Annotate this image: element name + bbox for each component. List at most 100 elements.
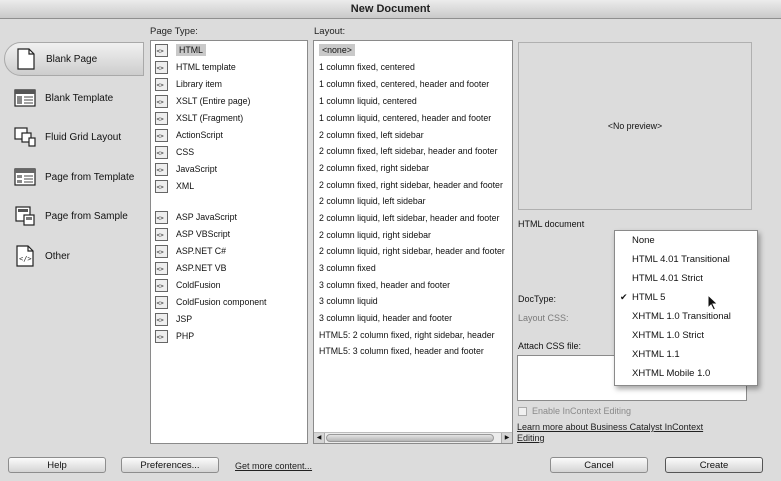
blank-page-icon — [14, 47, 38, 71]
layout-item[interactable]: <none> — [319, 42, 355, 58]
library-file-icon: <> — [154, 77, 168, 91]
category-blank-page[interactable]: Blank Page — [4, 42, 144, 76]
layout-item[interactable]: 2 column fixed, left sidebar, header and… — [319, 143, 498, 159]
svg-text:<>: <> — [156, 283, 164, 290]
svg-text:<>: <> — [156, 215, 164, 222]
page-type-list[interactable]: <> HTML <> HTML template <> Library item <>… — [150, 40, 308, 444]
page-type-item-html[interactable]: <> HTML — [154, 42, 206, 58]
category-label: Page from Template — [45, 171, 135, 183]
layout-item[interactable]: 1 column fixed, centered, header and foo… — [319, 76, 489, 92]
preview-area: <No preview> — [518, 42, 752, 210]
xslt-file-icon: <> — [154, 94, 168, 108]
category-label: Blank Template — [45, 92, 114, 104]
layout-list[interactable]: <none> 1 column fixed, centered 1 column… — [313, 40, 513, 444]
page-type-item-aspnet-csharp[interactable]: <> ASP.NET C# — [154, 243, 226, 259]
svg-text:<>: <> — [156, 249, 164, 256]
get-more-content-link[interactable]: Get more content... — [235, 461, 312, 471]
svg-text:<>: <> — [156, 116, 164, 123]
page-type-item-actionscript[interactable]: <> ActionScript — [154, 127, 223, 143]
layout-css-label: Layout CSS: — [518, 313, 569, 323]
page-type-item-aspnet-vb[interactable]: <> ASP.NET VB — [154, 260, 227, 276]
asp-file-icon: <> — [154, 227, 168, 241]
layout-item[interactable]: 2 column fixed, left sidebar — [319, 127, 424, 143]
page-type-item-library-item[interactable]: <> Library item — [154, 76, 222, 92]
page-type-item-coldfusion[interactable]: <> ColdFusion — [154, 277, 221, 293]
layout-item[interactable]: 3 column liquid, header and footer — [319, 310, 452, 326]
layout-item[interactable]: 2 column fixed, right sidebar — [319, 160, 429, 176]
learn-more-link-continued[interactable]: Editing — [517, 433, 545, 443]
doctype-option[interactable]: HTML 4.01 Transitional — [615, 250, 757, 269]
category-page-from-sample[interactable]: Page from Sample — [4, 199, 144, 233]
doctype-option[interactable]: XHTML 1.1 — [615, 345, 757, 364]
page-type-item-xslt-fragment[interactable]: <> XSLT (Fragment) — [154, 110, 243, 126]
svg-text:</>: </> — [19, 255, 32, 263]
incontext-editing-checkbox[interactable] — [518, 406, 527, 416]
doctype-option[interactable]: HTML 4.01 Strict — [615, 269, 757, 288]
doctype-option[interactable]: XHTML Mobile 1.0 — [615, 364, 757, 383]
scroll-left-arrow-icon[interactable]: ◀ — [314, 433, 325, 443]
doctype-dropdown-menu[interactable]: None HTML 4.01 Transitional HTML 4.01 St… — [614, 230, 758, 386]
category-blank-template[interactable]: Blank Template — [4, 81, 144, 115]
help-button[interactable]: Help — [8, 457, 106, 473]
asp-file-icon: <> — [154, 210, 168, 224]
attach-css-label: Attach CSS file: — [518, 341, 582, 351]
category-page-from-template[interactable]: Page from Template — [4, 160, 144, 194]
checkmark-icon: ✔ — [620, 292, 628, 302]
page-type-item-html-template[interactable]: <> HTML template — [154, 59, 236, 75]
page-type-item-asp-vbscript[interactable]: <> ASP VBScript — [154, 226, 230, 242]
layout-horizontal-scrollbar[interactable]: ◀ ▶ — [314, 432, 512, 443]
create-button[interactable]: Create — [665, 457, 763, 473]
page-type-item-php[interactable]: <> PHP — [154, 328, 194, 344]
page-type-item-jsp[interactable]: <> JSP — [154, 311, 192, 327]
layout-item[interactable]: 1 column fixed, centered — [319, 59, 415, 75]
html-template-file-icon: <> — [154, 60, 168, 74]
aspnet-file-icon: <> — [154, 244, 168, 258]
layout-item[interactable]: 1 column liquid, centered — [319, 93, 417, 109]
scrollbar-thumb[interactable] — [326, 434, 494, 442]
category-fluid-grid-layout[interactable]: Fluid Grid Layout — [4, 120, 144, 154]
preferences-button[interactable]: Preferences... — [121, 457, 219, 473]
scroll-right-arrow-icon[interactable]: ▶ — [501, 433, 512, 443]
layout-item[interactable]: 2 column liquid, left sidebar, header an… — [319, 210, 499, 226]
doctype-option-selected[interactable]: ✔ HTML 5 — [615, 288, 757, 307]
blank-template-icon — [13, 86, 37, 110]
page-from-template-icon — [13, 165, 37, 189]
doctype-option[interactable]: XHTML 1.0 Transitional — [615, 307, 757, 326]
layout-item[interactable]: 1 column liquid, centered, header and fo… — [319, 110, 491, 126]
svg-text:<>: <> — [156, 167, 164, 174]
page-type-item-coldfusion-component[interactable]: <> ColdFusion component — [154, 294, 266, 310]
layout-item[interactable]: HTML5: 3 column fixed, header and footer — [319, 343, 484, 359]
svg-text:<>: <> — [156, 184, 164, 191]
layout-item[interactable]: 3 column fixed, header and footer — [319, 277, 450, 293]
coldfusion-file-icon: <> — [154, 295, 168, 309]
page-type-item-xml[interactable]: <> XML — [154, 178, 194, 194]
category-other[interactable]: </> Other — [4, 239, 144, 273]
page-type-item-xslt-entire[interactable]: <> XSLT (Entire page) — [154, 93, 251, 109]
layout-item[interactable]: 2 column liquid, right sidebar, header a… — [319, 243, 505, 259]
cancel-button[interactable]: Cancel — [550, 457, 648, 473]
page-type-item-javascript[interactable]: <> JavaScript — [154, 161, 217, 177]
layout-item[interactable]: 2 column liquid, left sidebar — [319, 193, 426, 209]
javascript-file-icon: <> — [154, 162, 168, 176]
svg-text:<>: <> — [156, 82, 164, 89]
window-title: New Document — [350, 3, 431, 15]
layout-item[interactable]: 3 column fixed — [319, 260, 376, 276]
layout-item[interactable]: HTML5: 2 column fixed, right sidebar, he… — [319, 327, 495, 343]
incontext-editing-label: Enable InContext Editing — [532, 406, 632, 416]
svg-text:<>: <> — [156, 99, 164, 106]
layout-item[interactable]: 2 column liquid, right sidebar — [319, 227, 431, 243]
category-label: Fluid Grid Layout — [45, 131, 122, 143]
page-type-item-asp-javascript[interactable]: <> ASP JavaScript — [154, 209, 237, 225]
learn-more-link[interactable]: Learn more about Business Catalyst InCon… — [517, 422, 703, 432]
layout-item[interactable]: 3 column liquid — [319, 293, 378, 309]
svg-text:<>: <> — [156, 48, 164, 55]
category-label: Other — [45, 250, 71, 262]
doctype-option[interactable]: None — [615, 231, 757, 250]
doctype-option[interactable]: XHTML 1.0 Strict — [615, 326, 757, 345]
other-code-icon: </> — [13, 244, 37, 268]
incontext-editing-option[interactable]: Enable InContext Editing — [518, 406, 631, 416]
svg-text:<>: <> — [156, 317, 164, 324]
page-type-item-css[interactable]: <> CSS — [154, 144, 194, 160]
layout-item[interactable]: 2 column fixed, right sidebar, header an… — [319, 177, 503, 193]
svg-text:<>: <> — [156, 266, 164, 273]
